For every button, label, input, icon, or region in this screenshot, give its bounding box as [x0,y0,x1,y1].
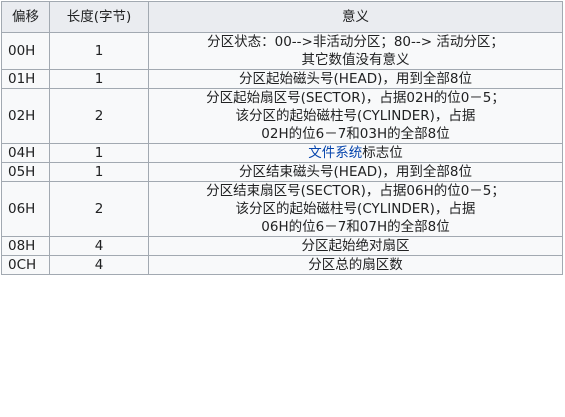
meaning-line: 分区总的扇区数 [308,257,403,273]
table-row: 05H 1 分区结束磁头号(HEAD)，用到全部8位 [1,162,563,182]
meaning-line: 分区起始磁头号(HEAD)，用到全部8位 [239,71,472,87]
meaning-cell: 分区起始扇区号(SECTOR)，占据02H的位0－5； 该分区的起始磁柱号(CY… [148,88,563,144]
header-meaning: 意义 [148,1,563,33]
meaning-cell: 分区起始绝对扇区 [148,236,563,256]
table-row: 04H 1 文件系统标志位 [1,143,563,163]
length-cell: 1 [49,32,149,70]
meaning-line: 02H的位6－7和03H的全部8位 [261,126,450,142]
length-cell: 2 [49,181,149,237]
table-row: 01H 1 分区起始磁头号(HEAD)，用到全部8位 [1,69,563,89]
offset-cell: 06H [1,181,50,237]
length-cell: 4 [49,255,149,275]
meaning-cell: 分区起始磁头号(HEAD)，用到全部8位 [148,69,563,89]
partition-table: 偏移 长度(字节) 意义 00H 1 分区状态：00-->非活动分区；80-->… [1,1,563,275]
header-length: 长度(字节) [49,1,149,33]
meaning-line: 其它数值没有意义 [301,52,410,68]
length-cell: 1 [49,143,149,163]
table-row: 0CH 4 分区总的扇区数 [1,255,563,275]
meaning-line: 分区起始扇区号(SECTOR)，占据02H的位0－5； [206,90,505,106]
table-row: 02H 2 分区起始扇区号(SECTOR)，占据02H的位0－5； 该分区的起始… [1,88,563,144]
length-cell: 4 [49,236,149,256]
meaning-text: 标志位 [362,145,403,161]
meaning-line: 分区结束扇区号(SECTOR)，占据06H的位0－5； [206,183,505,199]
offset-cell: 0CH [1,255,50,275]
header-offset: 偏移 [1,1,50,33]
length-cell: 1 [49,162,149,182]
table-row: 06H 2 分区结束扇区号(SECTOR)，占据06H的位0－5； 该分区的起始… [1,181,563,237]
meaning-cell: 分区总的扇区数 [148,255,563,275]
offset-cell: 00H [1,32,50,70]
meaning-cell: 分区结束磁头号(HEAD)，用到全部8位 [148,162,563,182]
offset-cell: 08H [1,236,50,256]
length-cell: 1 [49,69,149,89]
filesystem-link[interactable]: 文件系统 [308,145,362,161]
meaning-line: 分区状态：00-->非活动分区；80--> 活动分区； [207,34,504,50]
table-row: 08H 4 分区起始绝对扇区 [1,236,563,256]
meaning-cell: 文件系统标志位 [148,143,563,163]
meaning-line: 06H的位6－7和07H的全部8位 [261,219,450,235]
length-cell: 2 [49,88,149,144]
table-row: 00H 1 分区状态：00-->非活动分区；80--> 活动分区； 其它数值没有… [1,32,563,70]
offset-cell: 04H [1,143,50,163]
meaning-cell: 分区结束扇区号(SECTOR)，占据06H的位0－5； 该分区的起始磁柱号(CY… [148,181,563,237]
offset-cell: 01H [1,69,50,89]
meaning-line: 该分区的起始磁柱号(CYLINDER)，占据 [235,201,476,217]
meaning-line: 分区起始绝对扇区 [301,238,410,254]
offset-cell: 02H [1,88,50,144]
header-row: 偏移 长度(字节) 意义 [1,1,563,33]
meaning-line: 分区结束磁头号(HEAD)，用到全部8位 [239,164,472,180]
offset-cell: 05H [1,162,50,182]
meaning-cell: 分区状态：00-->非活动分区；80--> 活动分区； 其它数值没有意义 [148,32,563,70]
meaning-line: 该分区的起始磁柱号(CYLINDER)，占据 [235,108,476,124]
